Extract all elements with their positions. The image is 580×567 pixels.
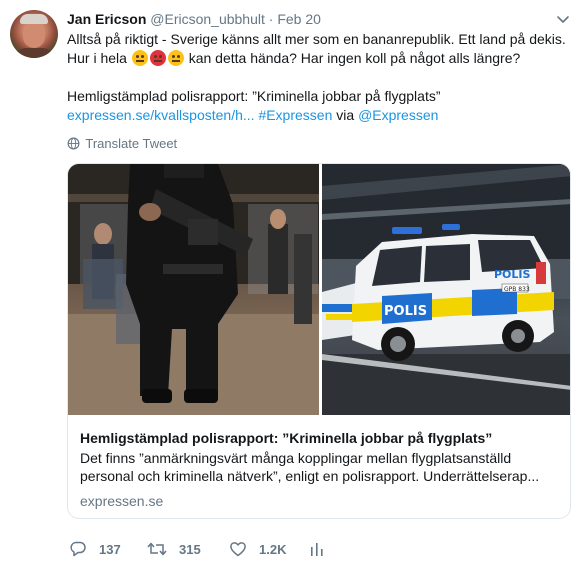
van-polis-text: POLIS: [384, 304, 427, 319]
via-text: via: [336, 107, 355, 123]
analytics-icon: [311, 543, 323, 556]
tweet-line-2: Hur i hela kan detta hända? Har ingen ko…: [67, 49, 567, 68]
reply-icon: [70, 541, 86, 557]
card-title[interactable]: Hemligstämplad polisrapport: ”Kriminella…: [80, 429, 492, 447]
like-button[interactable]: 1.2K: [229, 538, 286, 560]
retweet-icon: [147, 542, 167, 556]
mention-link[interactable]: @Expressen: [358, 107, 438, 123]
author-name[interactable]: Jan Ericson: [67, 11, 146, 27]
card-desc-line-1: Det finns ”anmärkningsvärt många kopplin…: [80, 450, 512, 466]
card-image-police-van: POLIS POLIS GPB 833: [322, 164, 570, 415]
like-count: 1.2K: [259, 541, 287, 557]
card-domain: expressen.se: [80, 493, 164, 509]
angry-face-emoji-icon: [149, 50, 166, 66]
chevron-down-icon[interactable]: [556, 12, 570, 26]
tweet-link-line: expressen.se/kvallsposten/h... #Expresse…: [67, 106, 567, 125]
timestamp[interactable]: Feb 20: [277, 11, 321, 27]
tweet[interactable]: Jan Ericson @Ericson_ubbhult · Feb 20 Al…: [0, 0, 580, 567]
tweet-line-2-suffix: kan detta hända? Har ingen koll på något…: [188, 50, 521, 66]
like-icon: [230, 542, 246, 557]
separator: ·: [268, 11, 274, 27]
avatar[interactable]: [10, 10, 58, 58]
card-image-officer: [68, 164, 319, 415]
tweet-line-2-prefix: Hur i hela: [67, 50, 127, 66]
globe-icon: [67, 137, 80, 150]
link-card[interactable]: POLIS POLIS GPB 833 Hemligstämplad polis…: [67, 163, 571, 519]
card-description: Det finns ”anmärkningsvärt många kopplin…: [80, 449, 565, 485]
reply-button[interactable]: 137: [69, 538, 121, 560]
article-link[interactable]: expressen.se/kvallsposten/h...: [67, 107, 255, 123]
translate-tweet-link[interactable]: Translate Tweet: [67, 136, 177, 152]
van-polis-text-rear: POLIS: [494, 268, 531, 281]
reply-count: 137: [99, 541, 121, 557]
van-plate: GPB 833: [504, 286, 530, 293]
confused-face-emoji-icon: [131, 50, 148, 66]
tweet-line-1: Alltså på riktigt - Sverige känns allt m…: [67, 31, 566, 47]
tweet-text: Alltså på riktigt - Sverige känns allt m…: [67, 30, 567, 125]
retweet-button[interactable]: 315: [147, 538, 201, 560]
author-handle[interactable]: @Ericson_ubbhult: [150, 11, 265, 27]
tweet-header: Jan Ericson @Ericson_ubbhult · Feb 20: [67, 10, 570, 30]
analytics-button[interactable]: [310, 538, 336, 560]
retweet-count: 315: [179, 541, 201, 557]
tweet-actions: 137 315 1.2K: [67, 538, 567, 560]
translate-label: Translate Tweet: [85, 136, 178, 151]
hashtag-link[interactable]: #Expressen: [258, 107, 332, 123]
confused-face-emoji-icon-2: [167, 50, 184, 66]
tweet-line-3: Hemligstämplad polisrapport: ”Kriminella…: [67, 88, 441, 104]
card-desc-line-2: personal och kriminella nätverk”, enligt…: [80, 468, 540, 484]
